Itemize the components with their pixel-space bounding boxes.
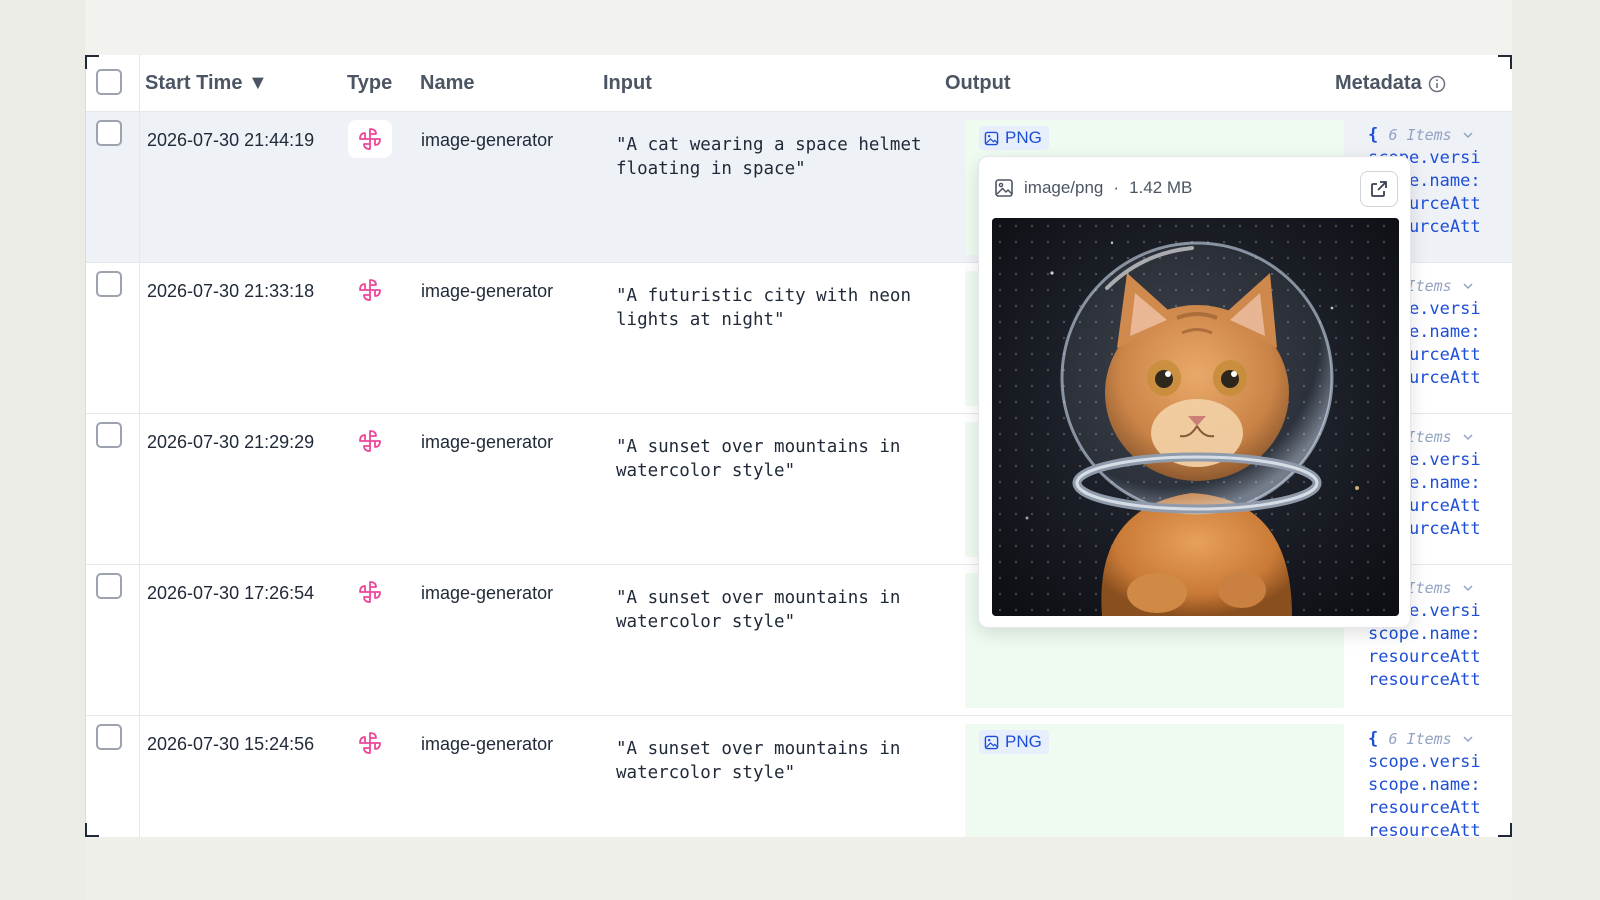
name-cell[interactable]: image-generator	[421, 432, 553, 453]
separator: ·	[1113, 178, 1120, 197]
type-header[interactable]: Type	[347, 55, 392, 112]
start-time-cell: 2026-07-30 15:24:56	[147, 734, 315, 754]
start-time-cell: 2026-07-30 17:26:54	[147, 583, 315, 603]
metadata-header[interactable]: Metadata	[1335, 55, 1446, 112]
metadata-summary[interactable]: { 6 Items	[1368, 728, 1512, 751]
metadata-line: scope.versi	[1368, 752, 1481, 772]
span-pinwheel-icon	[348, 573, 392, 611]
background-bottom	[85, 837, 1512, 900]
frame-corner	[85, 823, 99, 837]
metadata-summary[interactable]: { 6 Items	[1368, 124, 1512, 147]
background-right	[1512, 0, 1600, 900]
mime-type: image/png	[1024, 178, 1104, 197]
preview-info: image/png · 1.42 MB	[994, 175, 1192, 201]
generated-image-preview	[992, 218, 1399, 616]
png-badge[interactable]: PNG	[979, 730, 1049, 754]
metadata-brace: {	[1368, 729, 1379, 749]
chevron-down-icon[interactable]	[1462, 280, 1474, 292]
table-row[interactable]: 2026-07-30 15:24:56 image-generator "A s…	[86, 716, 1512, 837]
input-cell[interactable]: "A sunset over mountains in watercolor s…	[616, 737, 936, 785]
metadata-line: resourceAtt	[1368, 821, 1481, 837]
cat-astronaut-image	[992, 218, 1399, 616]
input-cell[interactable]: "A futuristic city with neon lights at n…	[616, 284, 936, 332]
chevron-down-icon[interactable]	[1462, 582, 1474, 594]
chevron-down-icon[interactable]	[1462, 129, 1474, 141]
image-preview-popover: image/png · 1.42 MB	[978, 156, 1411, 628]
row-checkbox[interactable]	[96, 271, 122, 297]
frame-corner	[1498, 823, 1512, 837]
input-header[interactable]: Input	[603, 55, 652, 112]
name-header[interactable]: Name	[420, 55, 474, 112]
row-checkbox[interactable]	[96, 724, 122, 750]
span-pinwheel-icon	[348, 120, 392, 158]
background-left	[0, 0, 85, 900]
start-time-header[interactable]: Start Time ▼	[145, 55, 268, 112]
image-icon	[994, 178, 1014, 198]
image-icon	[984, 131, 999, 146]
chevron-down-icon[interactable]	[1462, 733, 1474, 745]
input-cell[interactable]: "A cat wearing a space helmet floating i…	[616, 133, 936, 181]
table-header: Start Time ▼ Type Name Input Output Meta…	[86, 55, 1512, 112]
metadata-count: 6 Items	[1388, 730, 1452, 748]
start-time-cell: 2026-07-30 21:33:18	[147, 281, 315, 301]
start-time-cell: 2026-07-30 21:44:19	[147, 130, 315, 150]
metadata-line: resourceAtt	[1368, 798, 1481, 818]
metadata-brace: {	[1368, 125, 1379, 145]
metadata-count: 6 Items	[1388, 126, 1452, 144]
output-header[interactable]: Output	[945, 55, 1011, 112]
row-checkbox[interactable]	[96, 120, 122, 146]
metadata-header-label: Metadata	[1335, 72, 1422, 94]
start-time-cell: 2026-07-30 21:29:29	[147, 432, 315, 452]
metadata-cell[interactable]: { 6 Items scope.versi scope.name: resource…	[1368, 728, 1512, 837]
png-badge[interactable]: PNG	[979, 126, 1049, 150]
open-in-new-tab-button[interactable]	[1360, 171, 1398, 207]
name-cell[interactable]: image-generator	[421, 734, 553, 755]
input-cell[interactable]: "A sunset over mountains in watercolor s…	[616, 586, 936, 634]
file-size: 1.42 MB	[1129, 178, 1193, 197]
image-icon	[984, 735, 999, 750]
external-link-icon	[1369, 179, 1389, 199]
input-cell[interactable]: "A sunset over mountains in watercolor s…	[616, 435, 936, 483]
select-all-checkbox[interactable]	[96, 69, 122, 95]
png-badge-label: PNG	[1005, 128, 1042, 147]
span-pinwheel-icon	[348, 422, 392, 460]
name-cell[interactable]: image-generator	[421, 130, 553, 151]
png-badge-label: PNG	[1005, 732, 1042, 751]
info-icon[interactable]	[1428, 75, 1446, 93]
metadata-line: scope.name:	[1368, 775, 1481, 795]
output-cell[interactable]: PNG	[965, 724, 1344, 837]
metadata-line: resourceAtt	[1368, 670, 1481, 690]
row-checkbox[interactable]	[96, 573, 122, 599]
row-checkbox[interactable]	[96, 422, 122, 448]
name-cell[interactable]: image-generator	[421, 281, 553, 302]
span-pinwheel-icon	[348, 724, 392, 762]
name-cell[interactable]: image-generator	[421, 583, 553, 604]
checkbox-column-divider	[139, 55, 140, 837]
chevron-down-icon[interactable]	[1462, 431, 1474, 443]
metadata-line: resourceAtt	[1368, 647, 1481, 667]
span-pinwheel-icon	[348, 271, 392, 309]
frame-corner	[85, 55, 99, 69]
frame-corner	[1498, 55, 1512, 69]
